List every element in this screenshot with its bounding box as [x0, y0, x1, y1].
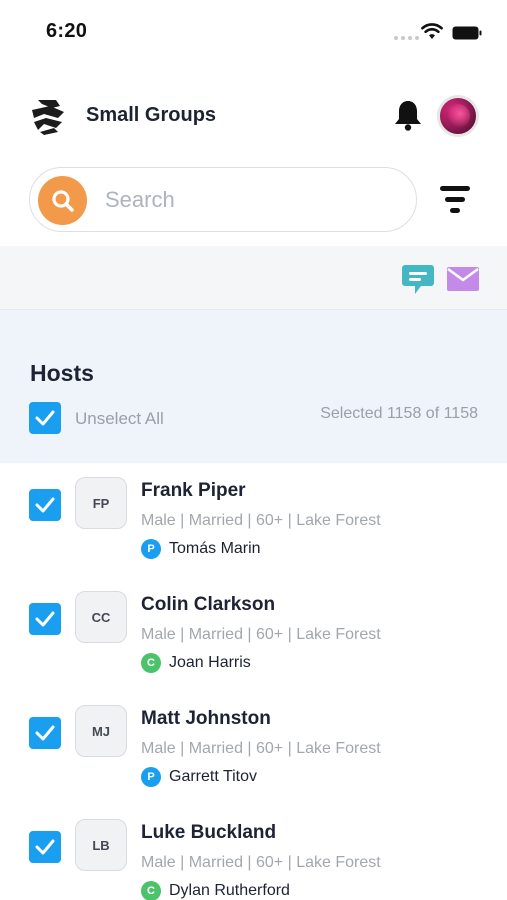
wifi-icon: [421, 23, 443, 39]
avatar[interactable]: [437, 95, 479, 137]
partner-name: Dylan Rutherford: [169, 882, 290, 899]
host-partner: C Joan Harris: [141, 653, 251, 673]
status-bar: 6:20: [0, 0, 507, 66]
host-meta: Male | Married | 60+ | Lake Forest: [141, 512, 381, 529]
list-item[interactable]: FP Frank Piper Male | Married | 60+ | La…: [0, 463, 507, 577]
signal-icon: [394, 36, 419, 40]
bell-icon[interactable]: [392, 98, 424, 132]
host-initials-avatar: FP: [75, 477, 127, 529]
unselect-all-label[interactable]: Unselect All: [75, 409, 164, 429]
search-button[interactable]: [38, 176, 87, 225]
host-name: Luke Buckland: [141, 822, 277, 843]
filter-icon[interactable]: [436, 180, 474, 220]
host-initials-avatar: MJ: [75, 705, 127, 757]
host-partner: P Garrett Titov: [141, 767, 257, 787]
mail-icon[interactable]: [446, 266, 480, 292]
checkbox-checked-icon: [35, 497, 55, 513]
battery-icon: [452, 26, 482, 40]
checkbox-checked-icon: [35, 725, 55, 741]
host-initials-avatar: CC: [75, 591, 127, 643]
hosts-section: Hosts Unselect All Selected 1158 of 1158: [0, 310, 507, 463]
host-meta: Male | Married | 60+ | Lake Forest: [141, 740, 381, 757]
app-title: Small Groups: [86, 104, 217, 126]
list-item[interactable]: MJ Matt Johnston Male | Married | 60+ | …: [0, 691, 507, 805]
list-item[interactable]: LB Luke Buckland Male | Married | 60+ | …: [0, 805, 507, 900]
search-icon: [51, 189, 74, 212]
chat-icon[interactable]: [401, 262, 435, 296]
partner-name: Joan Harris: [169, 654, 251, 671]
checkbox-checked-icon: [35, 410, 55, 426]
host-checkbox[interactable]: [29, 831, 61, 863]
hosts-title: Hosts: [30, 360, 94, 386]
host-name: Colin Clarkson: [141, 594, 276, 615]
host-partner: C Dylan Rutherford: [141, 881, 290, 900]
action-bar: [0, 246, 507, 310]
search-input[interactable]: [105, 184, 395, 216]
select-all-checkbox[interactable]: [29, 402, 61, 434]
host-list: FP Frank Piper Male | Married | 60+ | La…: [0, 463, 507, 900]
app-header: Small Groups: [0, 90, 507, 142]
host-checkbox[interactable]: [29, 717, 61, 749]
host-initials-avatar: LB: [75, 819, 127, 871]
host-meta: Male | Married | 60+ | Lake Forest: [141, 626, 381, 643]
partner-name: Tomás Marin: [169, 540, 261, 557]
host-checkbox[interactable]: [29, 603, 61, 635]
host-checkbox[interactable]: [29, 489, 61, 521]
partner-badge: C: [141, 881, 161, 900]
host-partner: P Tomás Marin: [141, 539, 261, 559]
selected-count: Selected 1158 of 1158: [320, 405, 478, 422]
partner-badge: C: [141, 653, 161, 673]
partner-name: Garrett Titov: [169, 768, 258, 785]
list-item[interactable]: CC Colin Clarkson Male | Married | 60+ |…: [0, 577, 507, 691]
search-bar: [29, 167, 417, 232]
app-screen: 6:20 Small Groups Search Hosts Unselect …: [0, 0, 507, 900]
host-meta: Male | Married | 60+ | Lake Forest: [141, 854, 381, 871]
host-name: Frank Piper: [141, 480, 246, 501]
host-name: Matt Johnston: [141, 708, 271, 729]
partner-badge: P: [141, 767, 161, 787]
partner-badge: P: [141, 539, 161, 559]
logo-icon: [32, 100, 64, 135]
checkbox-checked-icon: [35, 839, 55, 855]
checkbox-checked-icon: [35, 611, 55, 627]
status-time: 6:20: [46, 20, 88, 42]
